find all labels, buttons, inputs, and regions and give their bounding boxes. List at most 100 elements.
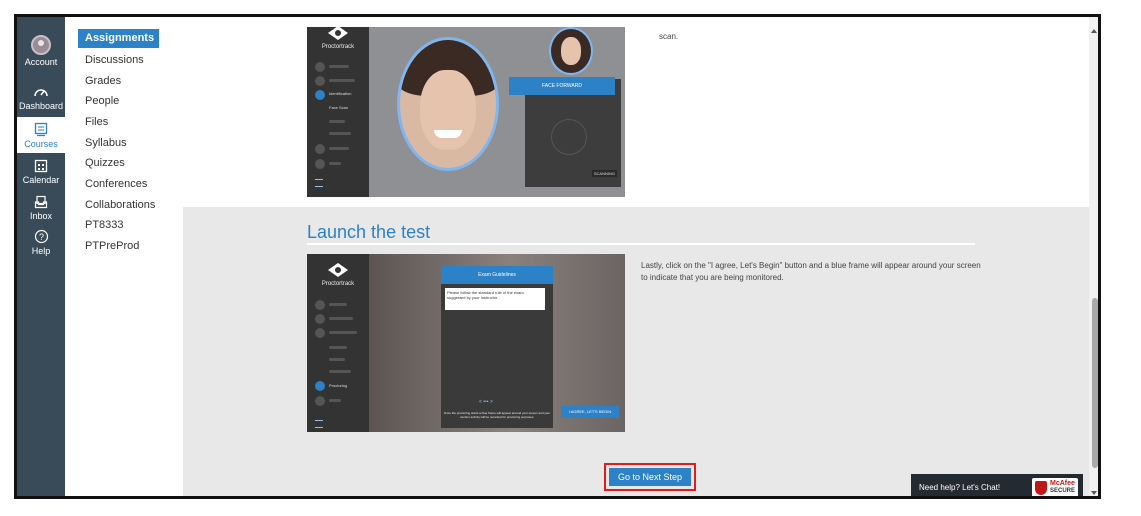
exam-guidelines-screenshot: Proctortrack Proctoring Exam Guidelines … — [307, 254, 625, 432]
face-scan-screenshot: Proctortrack Identification Face Scan SC… — [307, 27, 625, 197]
face-forward-banner: FACE FORWARD — [509, 77, 615, 95]
calendar-icon — [34, 159, 48, 173]
global-nav-label: Dashboard — [18, 101, 64, 111]
menu-icon — [315, 179, 323, 187]
scan-text: scan. — [659, 32, 679, 41]
global-nav-courses[interactable]: Courses — [17, 117, 65, 153]
scrollbar-thumb[interactable] — [1092, 298, 1098, 468]
proctortrack-sidebar: Proctortrack Identification Face Scan — [307, 27, 369, 197]
launch-description: Lastly, click on the "I agree, Let's Beg… — [641, 261, 981, 282]
step-line — [329, 147, 349, 150]
step-dot — [315, 76, 325, 86]
courses-icon — [34, 122, 48, 137]
go-to-next-step-button[interactable]: Go to Next Step — [609, 468, 691, 486]
step-line — [329, 79, 355, 82]
course-nav-collaborations[interactable]: Collaborations — [85, 199, 155, 211]
step-line — [329, 162, 341, 165]
proctortrack-logo-icon — [328, 263, 348, 277]
step-line — [329, 65, 349, 68]
inbox-icon — [34, 195, 48, 209]
agree-begin-button[interactable]: I AGREE, LET'S BEGIN — [561, 406, 619, 418]
global-nav-account[interactable]: Account — [17, 35, 65, 67]
step-dot — [315, 300, 325, 310]
smile-shape — [434, 130, 462, 138]
dialog-pager[interactable]: < ••• > — [479, 399, 493, 405]
course-nav-assignments[interactable]: Assignments — [78, 29, 159, 48]
mcafee-secure-badge[interactable]: McAfee SECURE — [1032, 478, 1078, 496]
section-heading: Launch the test — [307, 222, 431, 242]
global-nav-label: Calendar — [22, 175, 60, 185]
chat-widget[interactable]: Need help? Let's Chat! McAfee SECURE — [911, 474, 1083, 496]
global-nav-label: Courses — [24, 139, 58, 149]
scroll-up-arrow-icon[interactable] — [1091, 29, 1097, 33]
step-dot — [315, 144, 325, 154]
global-nav: Account Dashboard Courses Calendar Inbox… — [17, 17, 65, 496]
scan-panel: SCANNING — [525, 79, 621, 187]
step-label-proctoring: Proctoring — [329, 383, 348, 388]
step-dot — [315, 62, 325, 72]
webcam-view: SCANNING FACE FORWARD — [369, 27, 625, 197]
step-dot — [315, 314, 325, 324]
avatar-icon — [31, 35, 51, 55]
proctortrack-brand: Proctortrack — [321, 281, 355, 287]
scan-circle — [551, 119, 587, 155]
course-nav-files[interactable]: Files — [85, 116, 108, 128]
step-dot — [315, 328, 325, 338]
blurred-webcam-view: Exam Guidelines Please follow the standa… — [369, 254, 625, 432]
step-line — [329, 370, 351, 373]
scroll-down-arrow-icon[interactable] — [1091, 491, 1097, 495]
global-nav-label: Account — [24, 57, 58, 67]
global-nav-calendar[interactable]: Calendar — [17, 159, 65, 185]
browser-viewport: Account Dashboard Courses Calendar Inbox… — [14, 14, 1101, 499]
course-nav-quizzes[interactable]: Quizzes — [85, 157, 125, 169]
proctortrack-logo-icon — [328, 27, 348, 40]
face-shape — [561, 37, 581, 65]
content-area: Proctortrack Identification Face Scan SC… — [183, 17, 1089, 496]
menu-icon — [315, 420, 323, 428]
reference-face-thumb — [549, 27, 593, 75]
proctortrack-brand: Proctortrack — [321, 44, 355, 50]
heading-divider — [307, 243, 975, 245]
vertical-scrollbar[interactable] — [1089, 17, 1098, 496]
global-nav-dashboard[interactable]: Dashboard — [17, 85, 65, 111]
chat-label: Need help? Let's Chat! — [919, 483, 1001, 492]
face-shape — [420, 70, 476, 150]
next-step-highlight: Go to Next Step — [604, 463, 696, 491]
svg-text:?: ? — [38, 232, 43, 242]
dialog-footer: Once the proctoring starts a blue frame … — [443, 411, 551, 419]
step-dot — [315, 396, 325, 406]
dialog-title: Exam Guidelines — [441, 266, 553, 284]
course-nav-discussions[interactable]: Discussions — [85, 54, 144, 66]
step-line — [329, 331, 357, 334]
step-line — [329, 303, 347, 306]
mcafee-shield-icon — [1035, 481, 1047, 495]
course-nav-pt8333[interactable]: PT8333 — [85, 219, 124, 231]
step-line — [329, 346, 347, 349]
course-nav: Assignments Discussions Grades People Fi… — [65, 17, 183, 496]
scanning-status: SCANNING — [591, 170, 617, 177]
proctortrack-sidebar: Proctortrack Proctoring — [307, 254, 369, 432]
mcafee-line2: SECURE — [1050, 488, 1076, 494]
course-nav-people[interactable]: People — [85, 95, 119, 107]
step-line — [329, 358, 345, 361]
face-scan-section: Proctortrack Identification Face Scan SC… — [183, 17, 1089, 207]
step-line — [329, 120, 345, 123]
global-nav-label: Inbox — [29, 211, 53, 221]
course-nav-syllabus[interactable]: Syllabus — [85, 137, 127, 149]
step-line — [329, 317, 353, 320]
step-dot-active — [315, 90, 325, 100]
step-dot — [315, 159, 325, 169]
mcafee-line1: McAfee — [1050, 480, 1075, 487]
course-nav-conferences[interactable]: Conferences — [85, 178, 147, 190]
dialog-text: Please follow the standard rule of the e… — [445, 288, 545, 310]
step-line — [329, 132, 351, 135]
global-nav-inbox[interactable]: Inbox — [17, 195, 65, 221]
step-label-identification: Identification — [329, 91, 352, 96]
course-nav-grades[interactable]: Grades — [85, 75, 121, 87]
dashboard-icon — [34, 89, 48, 97]
guidelines-dialog: Exam Guidelines Please follow the standa… — [441, 266, 553, 428]
step-dot-active — [315, 381, 325, 391]
global-nav-help[interactable]: ? Help — [17, 229, 65, 256]
course-nav-ptpreprod[interactable]: PTPreProd — [85, 240, 139, 252]
step-line — [329, 399, 341, 402]
